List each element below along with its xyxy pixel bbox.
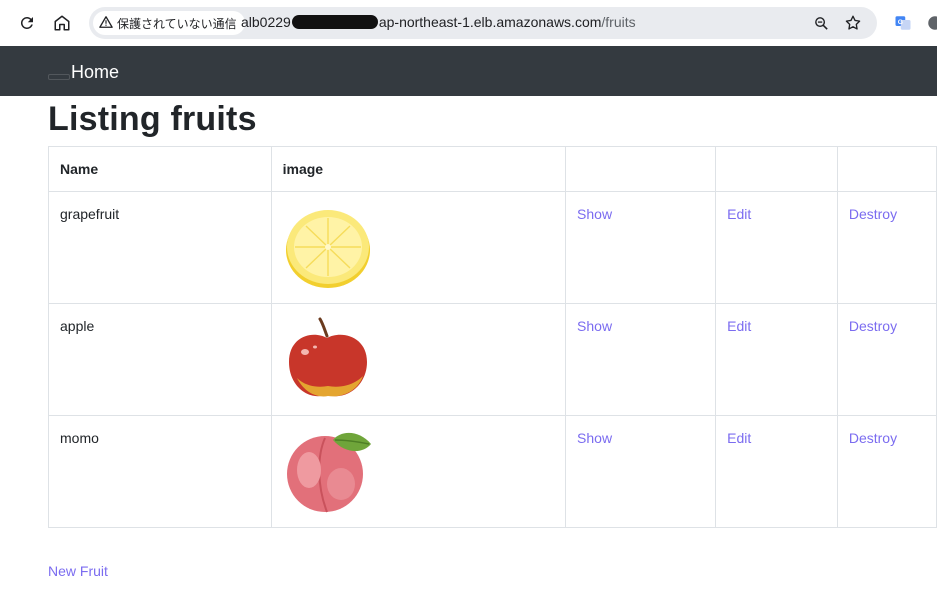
destroy-cell: Destroy [836, 191, 937, 304]
fruit-name: grapefruit [48, 191, 272, 304]
zoom-icon[interactable] [811, 13, 831, 33]
url-text: alb0229 ap-northeast-1.elb.amazonaws.com/… [241, 14, 636, 30]
security-chip[interactable]: 保護されていない通信 [93, 11, 245, 35]
browser-toolbar: 保護されていない通信 alb0229 ap-northeast-1.elb.ama… [0, 0, 937, 46]
url-host-suffix: ap-northeast-1.elb.amazonaws.com [378, 14, 602, 30]
show-link[interactable]: Show [577, 206, 612, 222]
show-link[interactable]: Show [577, 430, 612, 446]
reload-icon[interactable] [17, 13, 37, 33]
fruit-image-cell [270, 303, 567, 416]
table-header-row: Name image [48, 146, 937, 192]
new-fruit-link[interactable]: New Fruit [48, 563, 108, 579]
home-icon[interactable] [52, 13, 72, 33]
edit-cell: Edit [715, 303, 838, 416]
show-cell: Show [565, 415, 717, 528]
fruit-image-cell [270, 191, 567, 304]
svg-text:G: G [898, 19, 903, 26]
show-link[interactable]: Show [577, 318, 612, 334]
url-prefix: alb0229 [241, 14, 291, 30]
header-destroy [836, 146, 937, 192]
destroy-link[interactable]: Destroy [849, 318, 897, 334]
header-edit [715, 146, 838, 192]
header-name: Name [48, 146, 272, 192]
show-cell: Show [565, 303, 717, 416]
edit-link[interactable]: Edit [727, 206, 751, 222]
header-show [565, 146, 717, 192]
header-image: image [270, 146, 567, 192]
navbar-toggler[interactable] [48, 74, 70, 80]
profile-icon[interactable] [925, 13, 937, 33]
lemon-slice-illustration [283, 210, 373, 293]
destroy-cell: Destroy [836, 415, 937, 528]
destroy-link[interactable]: Destroy [849, 430, 897, 446]
show-cell: Show [565, 191, 717, 304]
security-label: 保護されていない通信 [117, 16, 237, 31]
edit-link[interactable]: Edit [727, 430, 751, 446]
apple-illustration [283, 317, 373, 405]
url-path: /fruits [601, 14, 636, 30]
edit-link[interactable]: Edit [727, 318, 751, 334]
bookmark-star-icon[interactable] [843, 13, 863, 33]
app-navbar: Home [0, 46, 937, 96]
address-bar[interactable]: 保護されていない通信 alb0229 ap-northeast-1.elb.ama… [89, 7, 877, 39]
fruit-image-cell [270, 415, 567, 528]
fruit-name: momo [48, 415, 272, 528]
redaction-bar [291, 15, 378, 29]
fruits-table: Name image grapefruit Show Edit Destroy … [48, 146, 937, 528]
destroy-link[interactable]: Destroy [849, 206, 897, 222]
destroy-cell: Destroy [836, 303, 937, 416]
translate-icon[interactable]: G [893, 13, 913, 33]
table-row: apple Show Edit Destroy [48, 303, 937, 416]
table-row: grapefruit Show Edit Destroy [48, 191, 937, 304]
fruit-name: apple [48, 303, 272, 416]
table-row: momo Show Edit Destroy [48, 415, 937, 528]
nav-home-link[interactable]: Home [71, 62, 119, 83]
peach-illustration [283, 432, 375, 517]
warning-icon [99, 15, 113, 32]
edit-cell: Edit [715, 191, 838, 304]
edit-cell: Edit [715, 415, 838, 528]
page-title: Listing fruits [48, 100, 257, 138]
